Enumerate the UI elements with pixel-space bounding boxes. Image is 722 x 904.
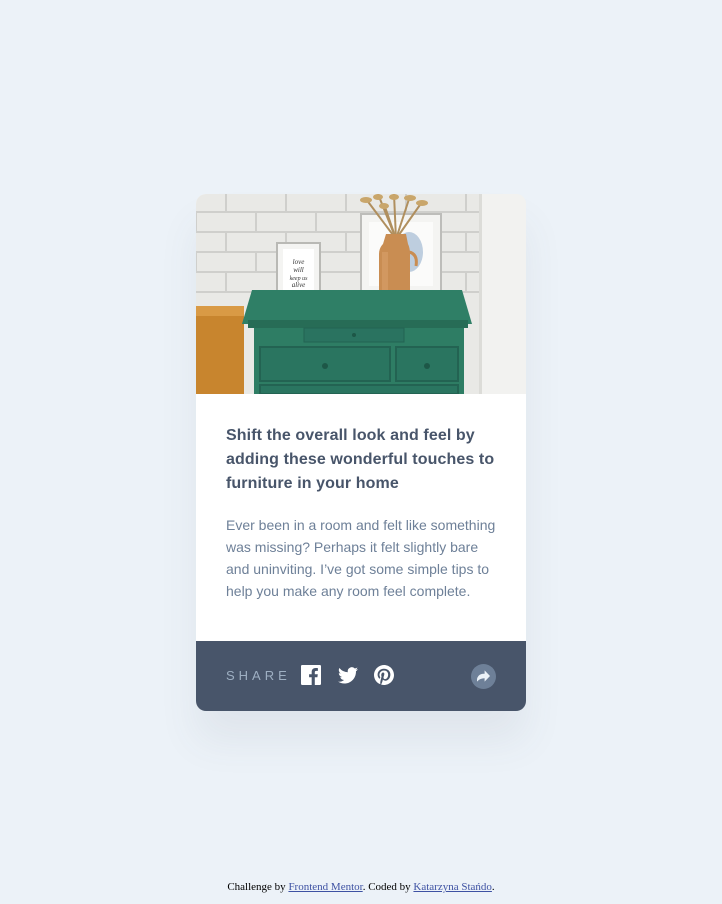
twitter-icon[interactable]: [338, 667, 360, 689]
facebook-icon[interactable]: [301, 665, 323, 687]
share-arrow-icon: [477, 670, 490, 682]
attribution-middle: . Coded by: [362, 881, 414, 893]
share-button[interactable]: [471, 664, 496, 689]
pinterest-icon[interactable]: [374, 665, 396, 687]
attribution-suffix: .: [491, 881, 495, 893]
share-bar: SHARE: [196, 641, 526, 711]
attribution-footer: Challenge by Frontend Mentor. Coded by K…: [0, 881, 722, 893]
share-label: SHARE: [226, 668, 291, 683]
frontend-mentor-link[interactable]: Frontend Mentor: [288, 881, 362, 893]
article-preview-card: love will keep us alive Shift the overal…: [196, 194, 526, 711]
svg-text:love: love: [293, 258, 305, 266]
svg-text:alive: alive: [292, 281, 306, 289]
svg-text:will: will: [293, 266, 304, 274]
article-title: Shift the overall look and feel by addin…: [226, 427, 495, 492]
author-link[interactable]: Katarzyna Stańdo: [413, 881, 492, 893]
article-description: Ever been in a room and felt like someth…: [226, 517, 496, 599]
attribution-prefix: Challenge by: [227, 881, 289, 893]
drawers-photo: love will keep us alive: [196, 194, 526, 394]
card-content: Shift the overall look and feel by addin…: [226, 424, 498, 602]
